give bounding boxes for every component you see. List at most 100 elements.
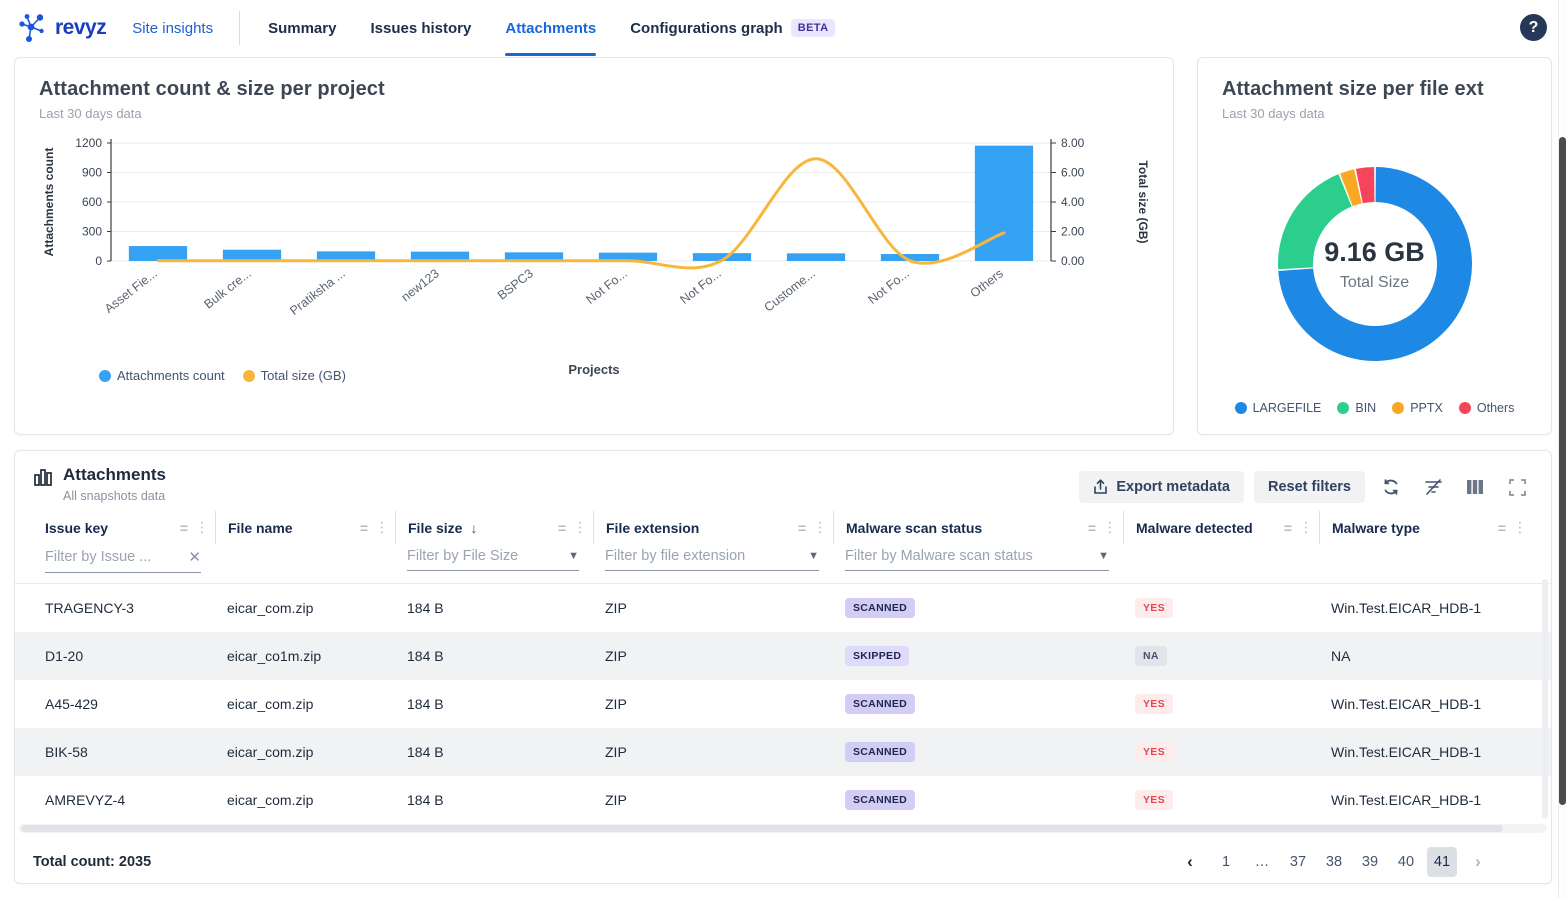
column-menu-icon[interactable]: ⋮ xyxy=(195,519,209,536)
clear-filter-icon[interactable]: ✕ xyxy=(188,548,201,566)
nav-site-insights[interactable]: Site insights xyxy=(132,20,213,37)
pagination-page-39[interactable]: 39 xyxy=(1355,847,1385,877)
issue-key-filter-input[interactable] xyxy=(45,549,182,565)
legend-pptx[interactable]: PPTX xyxy=(1392,401,1443,415)
legend-largefile[interactable]: LARGEFILE xyxy=(1235,401,1322,415)
pagination-page-1[interactable]: 1 xyxy=(1211,847,1241,877)
filter-malware-scan-status: Filter by Malware scan status ▼ xyxy=(833,546,1123,573)
status-badge: SCANNED xyxy=(845,598,915,618)
column-header-file-extension[interactable]: File extension =⋮ xyxy=(593,511,833,544)
svg-text:2.00: 2.00 xyxy=(1061,225,1085,239)
donut-chart-subtitle: Last 30 days data xyxy=(1222,106,1527,121)
tab-attachments[interactable]: Attachments xyxy=(505,0,596,56)
tab-issues-history[interactable]: Issues history xyxy=(370,0,471,56)
legend-dot-others xyxy=(1459,402,1471,414)
column-header-malware-detected[interactable]: Malware detected =⋮ xyxy=(1123,511,1319,544)
table-row[interactable]: BIK-58eicar_com.zip184 BZIPSCANNEDYESWin… xyxy=(15,728,1551,776)
bar-chart-icon xyxy=(33,467,53,487)
page-scrollbar[interactable] xyxy=(1558,0,1567,898)
issue-key-cell: BIK-58 xyxy=(33,744,215,760)
table-horizontal-scrollbar[interactable] xyxy=(19,824,1547,833)
legend-bin[interactable]: BIN xyxy=(1337,401,1376,415)
scan-status-cell: SCANNED xyxy=(833,790,1123,810)
table-row[interactable]: A45-429eicar_com.zip184 BZIPSCANNEDYESWi… xyxy=(15,680,1551,728)
column-menu-icon[interactable]: ⋮ xyxy=(1299,519,1313,536)
resize-handle-icon[interactable]: = xyxy=(558,520,565,536)
resize-handle-icon[interactable]: = xyxy=(1088,520,1095,536)
resize-handle-icon[interactable]: = xyxy=(1284,520,1291,536)
filter-off-icon[interactable] xyxy=(1417,473,1449,501)
table-row[interactable]: AMREVYZ-4eicar_com.zip184 BZIPSCANNEDYES… xyxy=(15,776,1551,824)
detected-cell: YES xyxy=(1123,694,1319,714)
column-header-malware-scan-status[interactable]: Malware scan status =⋮ xyxy=(833,511,1123,544)
detected-cell: YES xyxy=(1123,598,1319,618)
resize-handle-icon[interactable]: = xyxy=(180,520,187,536)
pagination-page-41-active[interactable]: 41 xyxy=(1427,847,1457,877)
sort-desc-icon[interactable]: ↓ xyxy=(470,520,477,536)
svg-text:Not Fo...: Not Fo... xyxy=(865,266,911,307)
resize-handle-icon[interactable]: = xyxy=(360,520,367,536)
svg-text:Others: Others xyxy=(968,266,1006,300)
pagination-next[interactable]: › xyxy=(1463,847,1493,877)
column-header-file-name[interactable]: File name =⋮ xyxy=(215,511,395,544)
svg-text:1200: 1200 xyxy=(75,136,102,150)
page-scrollbar-thumb[interactable] xyxy=(1559,137,1566,805)
legend-others[interactable]: Others xyxy=(1459,401,1515,415)
table-title: Attachments xyxy=(63,465,166,485)
legend-attachments-count[interactable]: Attachments count xyxy=(99,368,225,383)
export-metadata-button[interactable]: Export metadata xyxy=(1079,471,1244,503)
refresh-icon[interactable] xyxy=(1375,473,1407,501)
column-menu-icon[interactable]: ⋮ xyxy=(573,519,587,536)
column-header-issue-key[interactable]: Issue key =⋮ xyxy=(33,511,215,544)
column-menu-icon[interactable]: ⋮ xyxy=(1103,519,1117,536)
table-column-headers: Issue key =⋮ File name =⋮ File size↓ =⋮ … xyxy=(15,511,1551,544)
column-header-malware-type[interactable]: Malware type =⋮ xyxy=(1319,511,1533,544)
donut-chart: 9.16 GB Total Size xyxy=(1260,149,1490,379)
scan-status-cell: SCANNED xyxy=(833,742,1123,762)
table-filter-row: ✕ Filter by File Size ▼ Filter by file e… xyxy=(15,544,1551,583)
pagination-page-40[interactable]: 40 xyxy=(1391,847,1421,877)
resize-handle-icon[interactable]: = xyxy=(1498,520,1505,536)
columns-icon[interactable] xyxy=(1459,473,1491,501)
issue-key-cell: D1-20 xyxy=(33,648,215,664)
filter-malware-detected-empty xyxy=(1123,546,1319,573)
revyz-logo[interactable]: revyz xyxy=(18,12,106,44)
pagination-prev[interactable]: ‹ xyxy=(1175,847,1205,877)
scan-status-cell: SKIPPED xyxy=(833,646,1123,666)
svg-text:0.00: 0.00 xyxy=(1061,254,1085,268)
malware-type-cell: Win.Test.EICAR_HDB-1 xyxy=(1319,792,1533,808)
table-subtitle: All snapshots data xyxy=(63,489,166,503)
legend-dot-largefile xyxy=(1235,402,1247,414)
file-size-cell: 184 B xyxy=(395,600,593,616)
resize-handle-icon[interactable]: = xyxy=(798,520,805,536)
tab-configurations-graph[interactable]: Configurations graph BETA xyxy=(630,0,835,56)
table-footer: Total count: 2035 ‹ 1 … 37 38 39 40 41 › xyxy=(15,833,1551,877)
table-row[interactable]: D1-20eicar_co1m.zip184 BZIPSKIPPEDNANA xyxy=(15,632,1551,680)
help-icon[interactable]: ? xyxy=(1520,14,1547,41)
malware-type-cell: Win.Test.EICAR_HDB-1 xyxy=(1319,600,1533,616)
file-size-filter-select[interactable]: Filter by File Size ▼ xyxy=(407,548,579,571)
table-vertical-scrollbar[interactable] xyxy=(1542,579,1548,819)
column-menu-icon[interactable]: ⋮ xyxy=(1513,519,1527,536)
status-badge: SCANNED xyxy=(845,790,915,810)
hscroll-thumb[interactable] xyxy=(21,825,1503,832)
column-header-file-size[interactable]: File size↓ =⋮ xyxy=(395,511,593,544)
fullscreen-icon[interactable] xyxy=(1501,473,1533,501)
pagination-page-37[interactable]: 37 xyxy=(1283,847,1313,877)
legend-total-size[interactable]: Total size (GB) xyxy=(243,368,346,383)
reset-filters-button[interactable]: Reset filters xyxy=(1254,471,1365,503)
pagination-ellipsis[interactable]: … xyxy=(1247,847,1277,877)
chevron-down-icon: ▼ xyxy=(1098,550,1109,562)
tab-summary[interactable]: Summary xyxy=(268,0,336,56)
chevron-down-icon: ▼ xyxy=(568,550,579,562)
column-menu-icon[interactable]: ⋮ xyxy=(813,519,827,536)
table-row[interactable]: TRAGENCY-3eicar_com.zip184 BZIPSCANNEDYE… xyxy=(15,584,1551,632)
column-menu-icon[interactable]: ⋮ xyxy=(375,519,389,536)
pagination-page-38[interactable]: 38 xyxy=(1319,847,1349,877)
status-badge: SKIPPED xyxy=(845,646,909,666)
svg-text:Pratiksha ...: Pratiksha ... xyxy=(287,266,348,318)
filter-file-size: Filter by File Size ▼ xyxy=(395,546,593,573)
filter-malware-type-empty xyxy=(1319,546,1533,573)
file-extension-filter-select[interactable]: Filter by file extension ▼ xyxy=(605,548,819,571)
malware-scan-status-filter-select[interactable]: Filter by Malware scan status ▼ xyxy=(845,548,1109,571)
